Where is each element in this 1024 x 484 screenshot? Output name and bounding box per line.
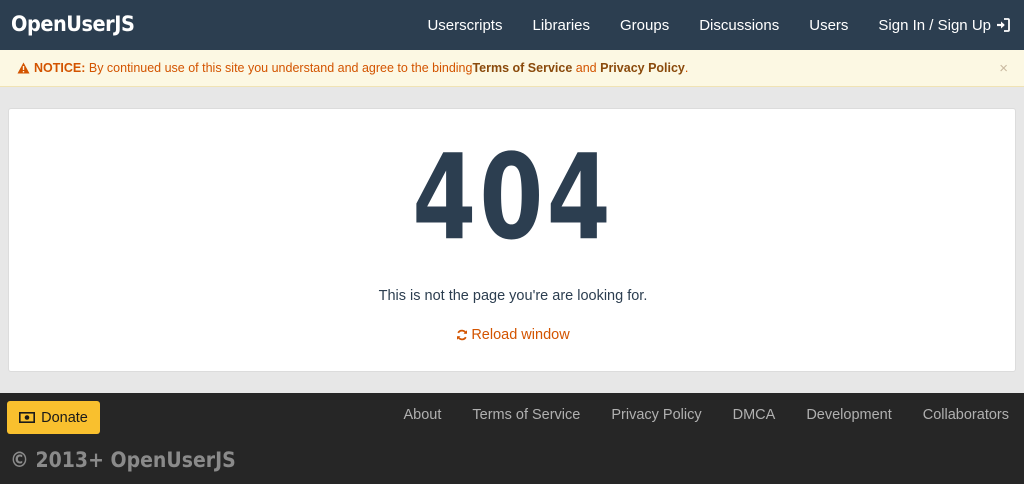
- signin-link[interactable]: Sign In / Sign Up: [878, 17, 1010, 34]
- copyright-text: © 2013+ OpenUserJS: [10, 448, 236, 472]
- notice-tos-link[interactable]: Terms of Service: [472, 61, 572, 75]
- footer-link-privacy[interactable]: Privacy Policy: [611, 407, 701, 423]
- reload-window-link[interactable]: Reload window: [9, 327, 1017, 343]
- footer-links: About Terms of Service Privacy Policy DM…: [372, 407, 1009, 423]
- error-code: 404: [412, 128, 614, 266]
- brand-logo[interactable]: OpenUserJS: [11, 12, 135, 36]
- nav-link-groups[interactable]: Groups: [620, 17, 669, 34]
- footer: Donate About Terms of Service Privacy Po…: [0, 393, 1024, 484]
- refresh-icon: [456, 329, 468, 341]
- error-panel: 404 This is not the page you're are look…: [8, 108, 1016, 372]
- close-notice-button[interactable]: ×: [999, 60, 1008, 77]
- error-message: This is not the page you're are looking …: [378, 288, 648, 304]
- nav-link-libraries[interactable]: Libraries: [532, 17, 590, 34]
- nav-link-userscripts[interactable]: Userscripts: [427, 17, 502, 34]
- top-navbar: OpenUserJS Userscripts Libraries Groups …: [0, 0, 1024, 50]
- notice-and-text: and: [572, 61, 601, 75]
- footer-link-about[interactable]: About: [403, 407, 441, 423]
- notice-label: NOTICE:: [34, 61, 86, 75]
- sign-in-icon: [996, 18, 1010, 32]
- donate-label: Donate: [41, 409, 88, 426]
- footer-link-dmca[interactable]: DMCA: [733, 407, 776, 423]
- signin-label: Sign In / Sign Up: [878, 16, 991, 34]
- reload-label: Reload window: [471, 327, 570, 343]
- footer-link-terms[interactable]: Terms of Service: [472, 407, 580, 423]
- notice-privacy-link[interactable]: Privacy Policy: [600, 61, 685, 75]
- footer-link-collaborators[interactable]: Collaborators: [923, 407, 1009, 423]
- money-icon: [19, 412, 36, 423]
- notice-text: By continued use of this site you unders…: [85, 61, 473, 75]
- notice-end: .: [684, 61, 689, 75]
- nav-link-users[interactable]: Users: [809, 17, 848, 34]
- nav-links: Userscripts Libraries Groups Discussions…: [427, 0, 1010, 50]
- notice-banner: NOTICE: By continued use of this site yo…: [0, 50, 1024, 87]
- nav-link-discussions[interactable]: Discussions: [699, 17, 779, 34]
- donate-button[interactable]: Donate: [7, 401, 100, 434]
- footer-link-development[interactable]: Development: [806, 407, 891, 423]
- warning-icon: [17, 62, 30, 74]
